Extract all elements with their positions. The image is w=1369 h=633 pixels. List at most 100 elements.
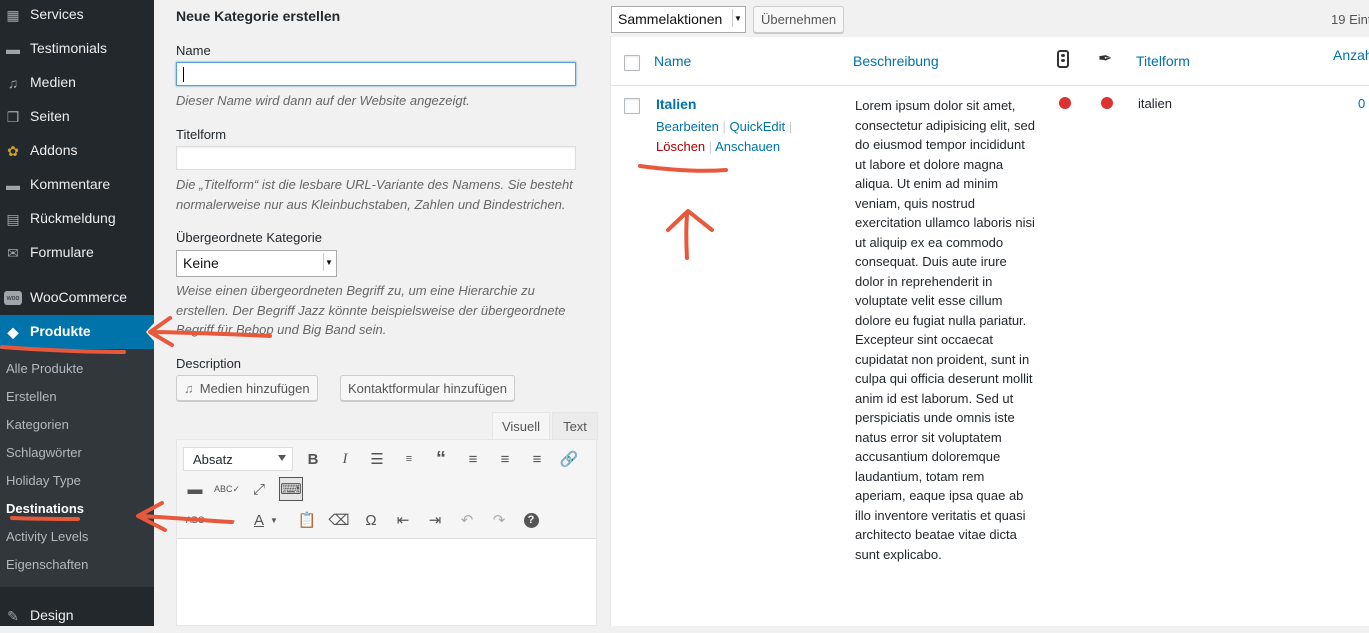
slug-help-text: Die „Titelform“ ist die lesbare URL-Vari… — [176, 177, 573, 212]
add-media-label: Medien hinzufügen — [199, 380, 310, 396]
column-header-description[interactable]: Beschreibung — [853, 53, 939, 69]
submenu-item-activity-levels[interactable]: Activity Levels — [6, 529, 88, 544]
add-contact-form-button[interactable]: Kontaktformular hinzufügen — [340, 375, 515, 401]
strikethrough-icon[interactable]: ABC — [183, 508, 207, 532]
media-icon: ♫ — [184, 380, 194, 396]
apply-button[interactable]: Übernehmen — [753, 6, 845, 33]
align-right-icon[interactable]: ≡ — [525, 447, 549, 471]
view-link[interactable]: Anschauen — [715, 139, 780, 154]
row-checkbox[interactable] — [624, 98, 640, 114]
editor-toolbar: Absatz B I ☰ ≡ “ ≡ ≡ ≡ 🔗 ▬ ABC✓ ⤢ ⌨ ABC … — [177, 440, 596, 539]
sidebar-item-testimonials[interactable]: ▬ Testimonials — [0, 32, 154, 66]
mail-icon: ✉ — [7, 244, 19, 261]
sidebar-item-addons[interactable]: ✿ Addons — [0, 134, 154, 168]
submenu-item-erstellen[interactable]: Erstellen — [6, 389, 57, 404]
horizontal-line-icon[interactable]: — — [215, 508, 239, 532]
column-header-count[interactable]: Anzahl — [1333, 47, 1369, 63]
parent-category-select[interactable]: Keine ▼ — [176, 250, 337, 277]
terms-table: Name Beschreibung ✒ Titelform Anzahl Ita… — [610, 37, 1369, 626]
bulk-actions-select[interactable]: Sammelaktionen ▼ — [611, 6, 746, 33]
status-dot — [1101, 97, 1113, 109]
term-slug: italien — [1138, 96, 1172, 111]
numbered-list-icon[interactable]: ≡ — [397, 447, 421, 471]
sidebar-item-label: Kommentare — [30, 176, 111, 192]
submenu-item-schlagwoerter[interactable]: Schlagwörter — [6, 445, 82, 460]
fullscreen-icon[interactable]: ⤢ — [247, 477, 271, 501]
quickedit-link[interactable]: QuickEdit — [730, 119, 786, 134]
chevron-down-icon — [278, 455, 286, 461]
traffic-light-icon[interactable] — [1057, 50, 1069, 68]
more-tag-icon[interactable]: ▬ — [183, 477, 207, 501]
link-icon[interactable]: 🔗 — [557, 447, 581, 471]
sidebar-item-rueckmeldung[interactable]: ▤ Rückmeldung — [0, 202, 154, 236]
parent-label: Übergeordnete Kategorie — [176, 230, 322, 245]
category-list: Sammelaktionen ▼ Übernehmen 19 Einträge … — [610, 0, 1369, 626]
sidebar-item-label: Design — [30, 607, 74, 623]
comment-icon: ▬ — [6, 177, 20, 193]
align-center-icon[interactable]: ≡ — [493, 447, 517, 471]
submenu-item-eigenschaften[interactable]: Eigenschaften — [6, 557, 88, 572]
tab-text[interactable]: Text — [552, 412, 598, 440]
term-name-link[interactable]: Italien — [656, 96, 696, 112]
redo-icon[interactable]: ↷ — [487, 508, 511, 532]
column-header-slug[interactable]: Titelform — [1136, 53, 1190, 69]
submenu-item-kategorien[interactable]: Kategorien — [6, 417, 69, 432]
table-header: Name Beschreibung ✒ Titelform Anzahl — [611, 37, 1369, 86]
apply-button-label: Übernehmen — [761, 12, 837, 27]
select-all-checkbox[interactable] — [624, 55, 640, 71]
pages-icon: ❐ — [6, 108, 20, 125]
separator: | — [722, 119, 726, 134]
bold-icon[interactable]: B — [301, 447, 325, 471]
sidebar-item-services[interactable]: ▦ Services — [0, 0, 154, 32]
submenu-item-alle-produkte[interactable]: Alle Produkte — [6, 361, 83, 376]
spellcheck-icon[interactable]: ABC✓ — [214, 477, 240, 501]
name-field[interactable] — [176, 62, 576, 86]
slug-field[interactable] — [176, 146, 576, 170]
term-count-link[interactable]: 0 — [1358, 96, 1365, 111]
undo-icon[interactable]: ↶ — [455, 508, 479, 532]
sidebar-item-design[interactable]: ✎ Design — [0, 599, 154, 633]
toolbar-toggle-icon[interactable]: ⌨ — [279, 477, 303, 501]
grid-icon: ▦ — [6, 6, 20, 23]
delete-link[interactable]: Löschen — [656, 139, 705, 154]
chevron-down-icon[interactable]: ▼ — [267, 508, 281, 532]
sidebar-item-produkte[interactable]: ◆ Produkte — [0, 315, 154, 349]
paste-text-icon[interactable]: 📋 — [295, 508, 319, 532]
sidebar-item-kommentare[interactable]: ▬ Kommentare — [0, 168, 154, 202]
edit-link[interactable]: Bearbeiten — [656, 119, 719, 134]
format-select-value: Absatz — [193, 452, 233, 467]
produkte-submenu: Alle Produkte Erstellen Kategorien Schla… — [0, 349, 154, 587]
blockquote-icon[interactable]: “ — [429, 447, 453, 471]
description-editor: Absatz B I ☰ ≡ “ ≡ ≡ ≡ 🔗 ▬ ABC✓ ⤢ ⌨ ABC … — [176, 439, 597, 626]
sidebar-item-label: Medien — [30, 74, 76, 90]
form-heading: Neue Kategorie erstellen — [176, 8, 341, 24]
description-label: Description — [176, 356, 242, 371]
sidebar-item-medien[interactable]: ♫ Medien — [0, 66, 154, 100]
separator: | — [788, 119, 793, 134]
clear-formatting-icon[interactable]: ⌫ — [327, 508, 351, 532]
sidebar-item-woocommerce[interactable]: woo WooCommerce — [0, 281, 154, 315]
submenu-item-holiday-type[interactable]: Holiday Type — [6, 473, 81, 488]
italic-icon[interactable]: I — [333, 447, 357, 471]
sidebar-item-seiten[interactable]: ❐ Seiten — [0, 100, 154, 134]
format-select[interactable]: Absatz — [183, 447, 293, 471]
text-caret — [183, 67, 184, 82]
help-icon[interactable]: ? — [519, 508, 543, 532]
special-character-icon[interactable]: Ω — [359, 508, 383, 532]
indent-icon[interactable]: ⇥ — [423, 508, 447, 532]
outdent-icon[interactable]: ⇤ — [391, 508, 415, 532]
chevron-down-icon: ▼ — [732, 9, 743, 27]
sidebar-item-label: Rückmeldung — [30, 210, 116, 226]
add-media-button[interactable]: ♫ Medien hinzufügen — [176, 375, 318, 401]
parent-select-value: Keine — [183, 255, 219, 271]
admin-sidebar: ▦ Services ▬ Testimonials ♫ Medien ❐ Sei… — [0, 0, 154, 626]
column-header-name[interactable]: Name — [654, 53, 691, 69]
bulk-actions-value: Sammelaktionen — [618, 11, 723, 27]
feather-icon[interactable]: ✒ — [1098, 49, 1112, 69]
bullet-list-icon[interactable]: ☰ — [365, 447, 389, 471]
tab-visual[interactable]: Visuell — [492, 412, 550, 440]
sidebar-item-formulare[interactable]: ✉ Formulare — [0, 236, 154, 270]
cube-icon: ◆ — [7, 323, 19, 340]
submenu-item-destinations[interactable]: Destinations — [6, 501, 84, 516]
align-left-icon[interactable]: ≡ — [461, 447, 485, 471]
